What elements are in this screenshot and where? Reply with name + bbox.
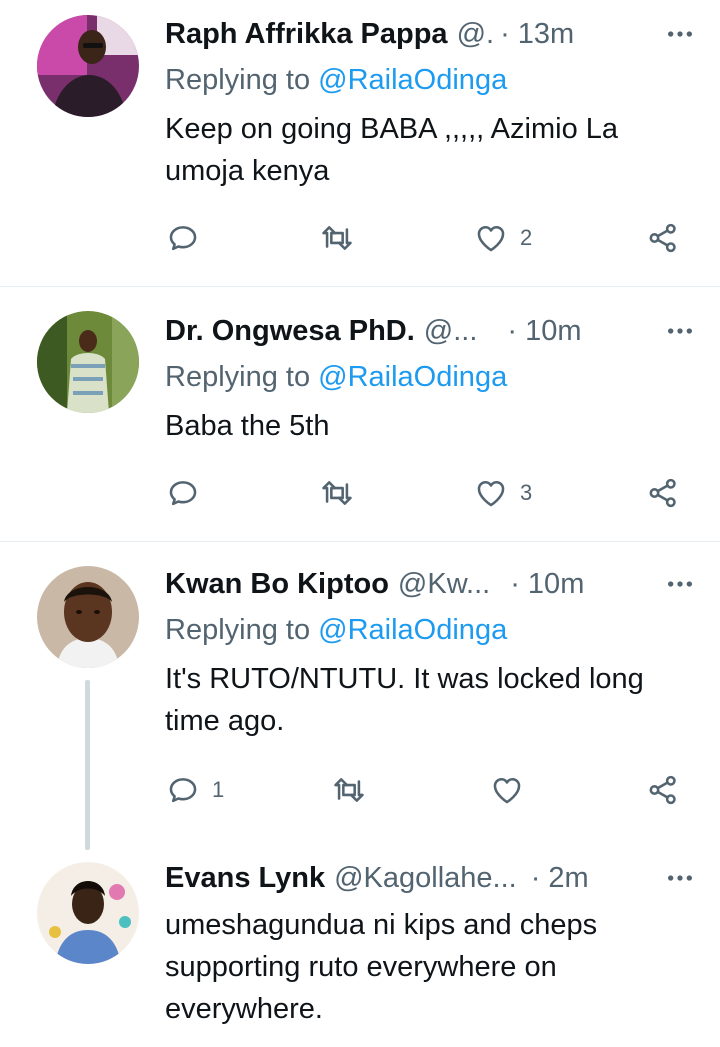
action-bar: 2 — [160, 218, 700, 258]
heart-icon — [474, 476, 508, 510]
reply-icon — [166, 476, 200, 510]
share-icon — [646, 221, 680, 255]
replying-to-label: Replying to — [165, 361, 311, 393]
timestamp[interactable]: · 10m — [507, 315, 581, 348]
avatar[interactable] — [37, 15, 139, 117]
share-button[interactable] — [646, 473, 680, 513]
avatar[interactable] — [37, 311, 139, 413]
reply-button[interactable] — [166, 218, 212, 258]
tweet-1[interactable]: Raph Affrikka Pappa @. · 13m Replying to… — [0, 0, 720, 286]
reply-mention-link[interactable]: @RailaOdinga — [318, 64, 507, 96]
more-button[interactable] — [660, 858, 700, 898]
retweet-button[interactable] — [332, 770, 378, 810]
timestamp[interactable]: · 10m — [510, 568, 584, 601]
like-count: 3 — [520, 480, 533, 505]
tweet-3[interactable]: Kwan Bo Kiptoo @Kw... · 10m Replying to … — [0, 542, 720, 850]
like-button[interactable]: 2 — [474, 218, 532, 258]
author-handle[interactable]: @. — [457, 18, 495, 51]
more-dots-icon — [664, 568, 696, 600]
more-dots-icon — [664, 315, 696, 347]
author-handle[interactable]: @Kw... — [398, 568, 490, 601]
tweet-text: Keep on going BABA ,,,,, Azimio La umoja… — [165, 113, 619, 187]
replying-to-label: Replying to — [165, 64, 311, 96]
tweet-text: umeshagundua ni kips and cheps supportin… — [165, 909, 598, 1025]
more-dots-icon — [664, 862, 696, 894]
reply-icon — [166, 221, 200, 255]
tweet-text: Baba the 5th — [165, 410, 330, 442]
reply-mention-link[interactable]: @RailaOdinga — [318, 614, 507, 646]
like-button[interactable]: 3 — [474, 473, 532, 513]
share-button[interactable] — [646, 218, 680, 258]
author-name[interactable]: Dr. Ongwesa PhD. — [165, 315, 415, 348]
reply-mention-link[interactable]: @RailaOdinga — [318, 361, 507, 393]
like-button[interactable] — [490, 770, 536, 810]
more-button[interactable] — [660, 564, 700, 604]
author-name[interactable]: Evans Lynk — [165, 862, 325, 895]
reply-button[interactable] — [166, 473, 212, 513]
avatar-image — [37, 15, 139, 117]
action-bar: 1 — [160, 770, 700, 810]
share-icon — [646, 773, 680, 807]
avatar-image — [37, 566, 139, 668]
replying-to-label: Replying to — [165, 614, 311, 646]
share-button[interactable] — [646, 770, 680, 810]
reply-button[interactable]: 1 — [166, 770, 224, 810]
avatar[interactable] — [37, 862, 139, 964]
retweet-icon — [332, 773, 366, 807]
retweet-button[interactable] — [320, 218, 366, 258]
tweet-4[interactable]: Evans Lynk @Kagollahe... · 2m umeshagund… — [0, 850, 720, 1047]
avatar[interactable] — [37, 566, 139, 668]
retweet-button[interactable] — [320, 473, 366, 513]
share-icon — [646, 476, 680, 510]
more-button[interactable] — [660, 14, 700, 54]
more-dots-icon — [664, 18, 696, 50]
more-button[interactable] — [660, 311, 700, 351]
avatar-image — [37, 862, 139, 964]
heart-icon — [490, 773, 524, 807]
avatar-image — [37, 311, 139, 413]
tweet-2[interactable]: Dr. Ongwesa PhD. @... · 10m Replying to … — [0, 287, 720, 541]
author-handle[interactable]: @Kagollahe... — [334, 862, 517, 895]
tweet-text: It's RUTO/NTUTU. It was locked long time… — [165, 663, 644, 737]
replying-to: Replying to @RailaOdinga — [165, 614, 507, 647]
timestamp[interactable]: · 2m — [531, 862, 589, 895]
timestamp[interactable]: · 13m — [500, 18, 574, 51]
replying-to: Replying to @RailaOdinga — [165, 64, 507, 97]
action-bar: 3 — [160, 473, 700, 513]
author-name[interactable]: Raph Affrikka Pappa — [165, 18, 448, 51]
reply-icon — [166, 773, 200, 807]
heart-icon — [474, 221, 508, 255]
author-name[interactable]: Kwan Bo Kiptoo — [165, 568, 389, 601]
retweet-icon — [320, 476, 354, 510]
replying-to: Replying to @RailaOdinga — [165, 361, 507, 394]
retweet-icon — [320, 221, 354, 255]
replies-feed: Raph Affrikka Pappa @. · 13m Replying to… — [0, 0, 720, 1047]
author-handle[interactable]: @... — [424, 315, 478, 348]
reply-count: 1 — [212, 777, 225, 802]
like-count: 2 — [520, 225, 533, 250]
thread-connector-line — [85, 680, 90, 850]
